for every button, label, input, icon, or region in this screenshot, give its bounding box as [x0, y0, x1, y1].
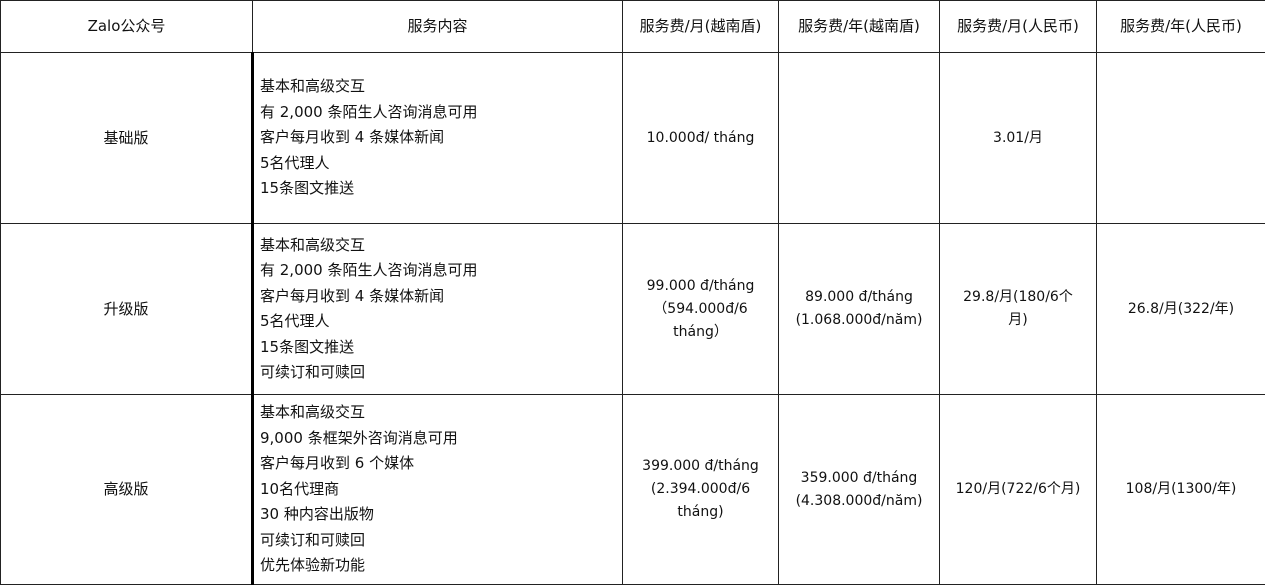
price-line: 359.000 đ/tháng [784, 467, 934, 490]
feature-item: 基本和高级交互 [260, 400, 618, 426]
price-line: 月) [945, 309, 1091, 332]
feature-item: 有 2,000 条陌生人咨询消息可用 [260, 100, 618, 126]
price-line: 3.01/月 [945, 127, 1091, 150]
feature-item: 可续订和可赎回 [260, 360, 618, 386]
price-line: 108/月(1300/年) [1102, 478, 1260, 501]
header-row: Zalo公众号 服务内容 服务费/月(越南盾) 服务费/年(越南盾) 服务费/月… [1, 1, 1265, 53]
table-row-upgrade: 升级版 基本和高级交互 有 2,000 条陌生人咨询消息可用 客户每月收到 4 … [1, 224, 1265, 395]
price-line: (1.068.000đ/năm) [784, 309, 934, 332]
plan-name: 升级版 [1, 224, 253, 395]
price-line: 99.000 đ/tháng [628, 275, 773, 298]
feature-item: 优先体验新功能 [260, 553, 618, 579]
price-yearly-cny: 108/月(1300/年) [1097, 395, 1265, 585]
feature-item: 可续订和可赎回 [260, 528, 618, 554]
header-yearly-cny: 服务费/年(人民币) [1097, 1, 1265, 53]
plan-name: 基础版 [1, 53, 253, 224]
header-yearly-vnd: 服务费/年(越南盾) [779, 1, 940, 53]
feature-item: 15条图文推送 [260, 176, 618, 202]
price-monthly-cny: 29.8/月(180/6个 月) [940, 224, 1097, 395]
price-monthly-cny: 120/月(722/6个月) [940, 395, 1097, 585]
header-monthly-cny: 服务费/月(人民币) [940, 1, 1097, 53]
price-line: tháng） [628, 321, 773, 344]
pricing-table: Zalo公众号 服务内容 服务费/月(越南盾) 服务费/年(越南盾) 服务费/月… [0, 0, 1265, 585]
feature-list: 基本和高级交互 有 2,000 条陌生人咨询消息可用 客户每月收到 4 条媒体新… [253, 53, 623, 224]
price-line: 29.8/月(180/6个 [945, 286, 1091, 309]
feature-item: 基本和高级交互 [260, 74, 618, 100]
header-service-content: 服务内容 [253, 1, 623, 53]
feature-item: 9,000 条框架外咨询消息可用 [260, 426, 618, 452]
feature-item: 有 2,000 条陌生人咨询消息可用 [260, 258, 618, 284]
price-line: (4.308.000đ/năm) [784, 490, 934, 513]
price-monthly-vnd: 99.000 đ/tháng （594.000đ/6 tháng） [623, 224, 779, 395]
feature-list: 基本和高级交互 有 2,000 条陌生人咨询消息可用 客户每月收到 4 条媒体新… [253, 224, 623, 395]
feature-item: 客户每月收到 4 条媒体新闻 [260, 125, 618, 151]
table-row-premium: 高级版 基本和高级交互 9,000 条框架外咨询消息可用 客户每月收到 6 个媒… [1, 395, 1265, 585]
price-yearly-vnd [779, 53, 940, 224]
feature-item: 5名代理人 [260, 309, 618, 335]
table-row-basic: 基础版 基本和高级交互 有 2,000 条陌生人咨询消息可用 客户每月收到 4 … [1, 53, 1265, 224]
feature-item: 客户每月收到 6 个媒体 [260, 451, 618, 477]
feature-item: 10名代理商 [260, 477, 618, 503]
price-yearly-vnd: 359.000 đ/tháng (4.308.000đ/năm) [779, 395, 940, 585]
feature-list: 基本和高级交互 9,000 条框架外咨询消息可用 客户每月收到 6 个媒体 10… [253, 395, 623, 585]
price-line: 89.000 đ/tháng [784, 286, 934, 309]
header-plan: Zalo公众号 [1, 1, 253, 53]
feature-item: 客户每月收到 4 条媒体新闻 [260, 284, 618, 310]
header-monthly-vnd: 服务费/月(越南盾) [623, 1, 779, 53]
price-yearly-vnd: 89.000 đ/tháng (1.068.000đ/năm) [779, 224, 940, 395]
price-monthly-cny: 3.01/月 [940, 53, 1097, 224]
feature-item: 5名代理人 [260, 151, 618, 177]
price-line: 120/月(722/6个月) [945, 478, 1091, 501]
price-line: （594.000đ/6 [628, 298, 773, 321]
price-yearly-cny [1097, 53, 1265, 224]
price-line: 26.8/月(322/年) [1102, 298, 1260, 321]
price-line: 399.000 đ/tháng [628, 455, 773, 478]
price-line: tháng) [628, 501, 773, 524]
feature-item: 30 种内容出版物 [260, 502, 618, 528]
price-monthly-vnd: 399.000 đ/tháng (2.394.000đ/6 tháng) [623, 395, 779, 585]
feature-item: 基本和高级交互 [260, 233, 618, 259]
price-line: 10.000đ/ tháng [628, 127, 773, 150]
price-line: (2.394.000đ/6 [628, 478, 773, 501]
price-yearly-cny: 26.8/月(322/年) [1097, 224, 1265, 395]
plan-name: 高级版 [1, 395, 253, 585]
price-monthly-vnd: 10.000đ/ tháng [623, 53, 779, 224]
feature-item: 15条图文推送 [260, 335, 618, 361]
